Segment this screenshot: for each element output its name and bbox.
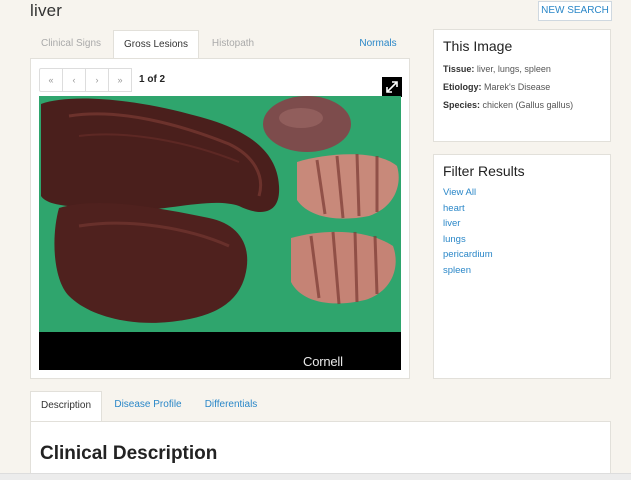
tab-description[interactable]: Description <box>30 391 102 422</box>
this-image-title: This Image <box>443 38 513 54</box>
tab-disease-profile[interactable]: Disease Profile <box>110 391 186 422</box>
filter-heart[interactable]: heart <box>443 201 601 217</box>
filter-view-all[interactable]: View All <box>443 185 601 201</box>
tab-differentials[interactable]: Differentials <box>200 391 262 422</box>
prev-page-button[interactable]: ‹ <box>62 68 86 92</box>
tissue-label: Tissue: <box>443 64 475 74</box>
etiology-label: Etiology: <box>443 82 482 92</box>
description-tabs: Description Disease Profile Differential… <box>30 391 610 422</box>
page-title: liver <box>30 1 63 20</box>
tab-clinical-signs[interactable]: Clinical Signs <box>30 30 112 60</box>
species-value: chicken (Gallus gallus) <box>480 100 574 110</box>
filter-lungs[interactable]: lungs <box>443 232 601 248</box>
page-count: 1 of 2 <box>139 74 166 85</box>
species-label: Species: <box>443 100 481 110</box>
description-panel: Clinical Description <box>30 421 611 480</box>
filter-pericardium[interactable]: pericardium <box>443 247 601 263</box>
etiology-row: Etiology: Marek's Disease <box>443 78 601 96</box>
filter-liver[interactable]: liver <box>443 216 601 232</box>
last-page-button[interactable]: » <box>108 68 132 92</box>
tissue-value: liver, lungs, spleen <box>474 64 551 74</box>
first-page-button[interactable]: « <box>39 68 63 92</box>
etiology-value: Marek's Disease <box>481 82 551 92</box>
photo-watermark: Cornell University <box>303 354 358 370</box>
new-search-button[interactable]: NEW SEARCH <box>538 1 612 21</box>
image-tabs: Clinical Signs Gross Lesions Histopath N… <box>30 30 410 60</box>
next-page-button[interactable]: › <box>85 68 109 92</box>
species-row: Species: chicken (Gallus gallus) <box>443 96 601 114</box>
clinical-description-heading: Clinical Description <box>40 443 218 464</box>
tab-histopath[interactable]: Histopath <box>200 30 266 60</box>
window-bottom-edge <box>0 473 631 480</box>
this-image-panel: This Image Tissue: liver, lungs, spleen … <box>433 29 611 142</box>
expand-icon[interactable] <box>382 77 402 97</box>
normals-link[interactable]: Normals <box>352 30 404 60</box>
filter-spleen[interactable]: spleen <box>443 263 601 279</box>
tab-gross-lesions[interactable]: Gross Lesions <box>113 30 199 60</box>
pager: « ‹ › » <box>39 68 132 92</box>
filter-results-panel: Filter Results View All heart liver lung… <box>433 154 611 379</box>
lesion-photo[interactable]: Cornell University <box>39 96 401 370</box>
tissue-row: Tissue: liver, lungs, spleen <box>443 60 601 78</box>
image-viewer-panel: « ‹ › » 1 of 2 Cornell <box>30 58 410 379</box>
filter-results-title: Filter Results <box>443 163 525 179</box>
